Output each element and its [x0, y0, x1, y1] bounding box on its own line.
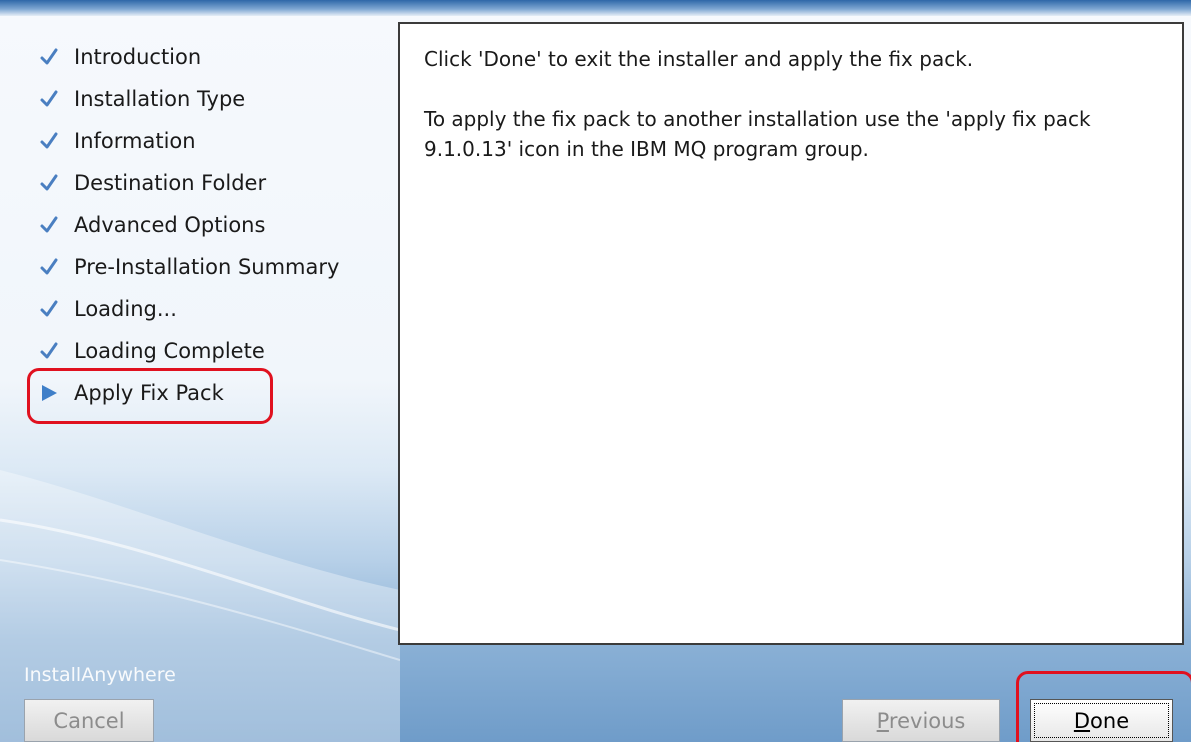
installer-step: Loading Complete: [0, 330, 396, 372]
content-panel: Click 'Done' to exit the installer and a…: [398, 22, 1184, 645]
previous-label-rest: revious: [888, 708, 966, 733]
installer-step: Loading...: [0, 288, 396, 330]
check-icon: [34, 330, 64, 372]
previous-mnemonic: P: [876, 708, 889, 733]
installer-step: Advanced Options: [0, 204, 396, 246]
cancel-button[interactable]: Cancel: [24, 699, 154, 742]
check-icon: [34, 36, 64, 78]
installer-step: Destination Folder: [0, 162, 396, 204]
installer-step: Introduction: [0, 36, 396, 78]
previous-button[interactable]: Previous: [842, 699, 1000, 742]
check-icon: [34, 162, 64, 204]
installer-step-label: Loading Complete: [74, 339, 265, 363]
check-icon: [34, 78, 64, 120]
check-icon: [34, 246, 64, 288]
installer-step-label: Pre-Installation Summary: [74, 255, 340, 279]
check-icon: [34, 288, 64, 330]
installer-step: Installation Type: [0, 78, 396, 120]
installer-step-label: Loading...: [74, 297, 177, 321]
installer-step: Pre-Installation Summary: [0, 246, 396, 288]
installer-step-label: Installation Type: [74, 87, 246, 111]
installer-step-label: Destination Folder: [74, 171, 267, 195]
installer-steps-list: Introduction Installation Type Information…: [0, 36, 396, 414]
installanywhere-label: InstallAnywhere: [24, 664, 176, 686]
installer-step-label: Advanced Options: [74, 213, 266, 237]
annotation-highlight-current-step: [27, 368, 273, 424]
annotation-highlight-done-button: [1016, 671, 1191, 742]
installer-step-label: Introduction: [74, 45, 202, 69]
check-icon: [34, 120, 64, 162]
check-icon: [34, 204, 64, 246]
installer-step: Information: [0, 120, 396, 162]
installer-step-label: Information: [74, 129, 196, 153]
other-installation-text: To apply the fix pack to another install…: [424, 107, 1091, 161]
done-instruction-text: Click 'Done' to exit the installer and a…: [424, 47, 974, 71]
installer-window: Introduction Installation Type Information…: [0, 0, 1191, 742]
